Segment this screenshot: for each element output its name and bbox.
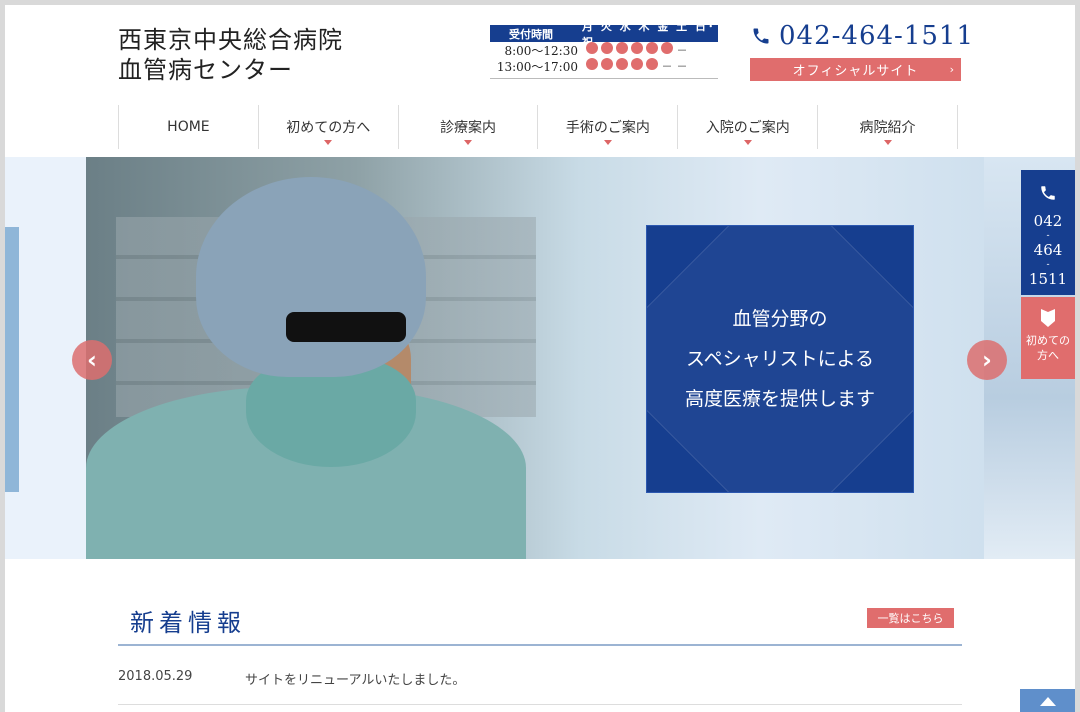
hours-table: 受付時間 月 火 水 木 金 土 日･祝 8:00～12:30 － 13:00～… [490, 20, 718, 79]
prev-slide-peek [5, 227, 19, 492]
phone-icon [753, 28, 769, 44]
nav-label: 初めての方へ [286, 120, 371, 136]
open-dot-icon [661, 42, 673, 54]
news-date: 2018.05.29 [118, 669, 193, 684]
open-dot-icon [646, 58, 658, 70]
nav-label: 診療案内 [440, 120, 497, 136]
nav-label: 手術のご案内 [565, 120, 650, 136]
open-dot-icon [601, 42, 613, 54]
hours-marks: － [586, 42, 688, 58]
slider-prev-button[interactable]: ‹ [72, 340, 112, 380]
official-site-button[interactable]: オフィシャルサイト › [750, 58, 961, 81]
side-phone-part: 042 [1033, 212, 1063, 230]
nav-item-first-visit[interactable]: 初めての方へ [257, 105, 398, 149]
nav-item-medical-guide[interactable]: 診療案内 [397, 105, 538, 149]
open-dot-icon [616, 58, 628, 70]
phone-number: 042-464-1511 [779, 21, 974, 51]
nav-item-admission[interactable]: 入院のご案内 [677, 105, 817, 149]
side-phone-part: 1511 [1028, 270, 1068, 288]
hours-row-morning: 8:00～12:30 － [490, 42, 718, 58]
nav-label: 病院紹介 [859, 120, 916, 136]
chevron-right-icon: › [949, 63, 955, 76]
hours-time: 8:00～12:30 [504, 43, 578, 58]
divider [118, 704, 962, 705]
hero-message-line: 高度医療を提供します [684, 388, 875, 410]
surgeon-cap [196, 177, 426, 377]
news-text: サイトをリニューアルいたしました。 [245, 673, 466, 688]
caret-down-icon [603, 140, 612, 145]
closed-dash: － [676, 60, 688, 73]
caret-down-icon [743, 140, 752, 145]
slider-next-button[interactable]: › [967, 340, 1007, 380]
open-dot-icon [631, 58, 643, 70]
hero-message-line: 血管分野の [732, 308, 828, 330]
hours-label: 受付時間 [509, 27, 553, 41]
caret-down-icon [324, 140, 333, 145]
news-more-button[interactable]: 一覧はこちら [867, 608, 954, 628]
hours-time: 13:00～17:00 [496, 59, 578, 74]
open-dot-icon [616, 42, 628, 54]
caret-down-icon [464, 140, 473, 145]
tag-icon [1041, 309, 1055, 327]
side-first-visit-label: 方へ [1037, 349, 1059, 362]
nav-label: 入院のご案内 [705, 120, 790, 136]
nav-item-surgery[interactable]: 手術のご案内 [537, 105, 677, 149]
phone-icon [1041, 186, 1055, 200]
open-dot-icon [586, 42, 598, 54]
hero-message-line: スペシャリストによる [685, 348, 875, 370]
hero-message: 血管分野の スペシャリストによる 高度医療を提供します [646, 225, 914, 493]
side-first-visit-tab[interactable]: 初めての 方へ [1021, 297, 1075, 379]
caret-down-icon [883, 140, 892, 145]
side-first-visit-label: 初めての [1026, 334, 1070, 347]
news-item[interactable]: 2018.05.29 サイトをリニューアルいたしました。 [118, 669, 962, 705]
open-dot-icon [586, 58, 598, 70]
open-dot-icon [646, 42, 658, 54]
nav-item-home[interactable]: HOME [118, 105, 258, 149]
page-frame: 西東京中央総合病院 血管病センター 受付時間 月 火 水 木 金 土 日･祝 8… [5, 5, 1075, 712]
header-phone[interactable]: 042-464-1511 [751, 21, 974, 51]
closed-dash: － [676, 44, 688, 57]
news-divider [118, 644, 962, 646]
nav-label: HOME [167, 119, 210, 135]
official-site-label: オフィシャルサイト [792, 64, 919, 79]
hours-marks: －－ [586, 58, 688, 74]
nav-item-about[interactable]: 病院紹介 [817, 105, 958, 149]
page-top-button[interactable] [1020, 689, 1075, 712]
hours-header: 受付時間 月 火 水 木 金 土 日･祝 [490, 20, 718, 49]
side-phone-part: 464 [1033, 241, 1063, 259]
news-heading: 新着情報 [130, 609, 246, 637]
open-dot-icon [631, 42, 643, 54]
hours-row-afternoon: 13:00～17:00 －－ [490, 58, 718, 74]
surgical-loupe [286, 312, 406, 342]
site-name-line2: 血管病センター [118, 56, 293, 84]
hero-slider[interactable]: 血管分野の スペシャリストによる 高度医療を提供します ‹ › [5, 157, 1075, 559]
open-dot-icon [601, 58, 613, 70]
site-name-line1: 西東京中央総合病院 [118, 26, 343, 54]
site-logo[interactable]: 西東京中央総合病院 血管病センター [118, 25, 343, 85]
global-nav: HOME 初めての方へ 診療案内 手術のご案内 入院のご案内 病院紹介 [118, 105, 958, 149]
closed-dash: － [661, 60, 673, 73]
divider [490, 78, 718, 79]
side-phone-tab[interactable]: 042 - 464 - 1511 [1021, 170, 1075, 295]
